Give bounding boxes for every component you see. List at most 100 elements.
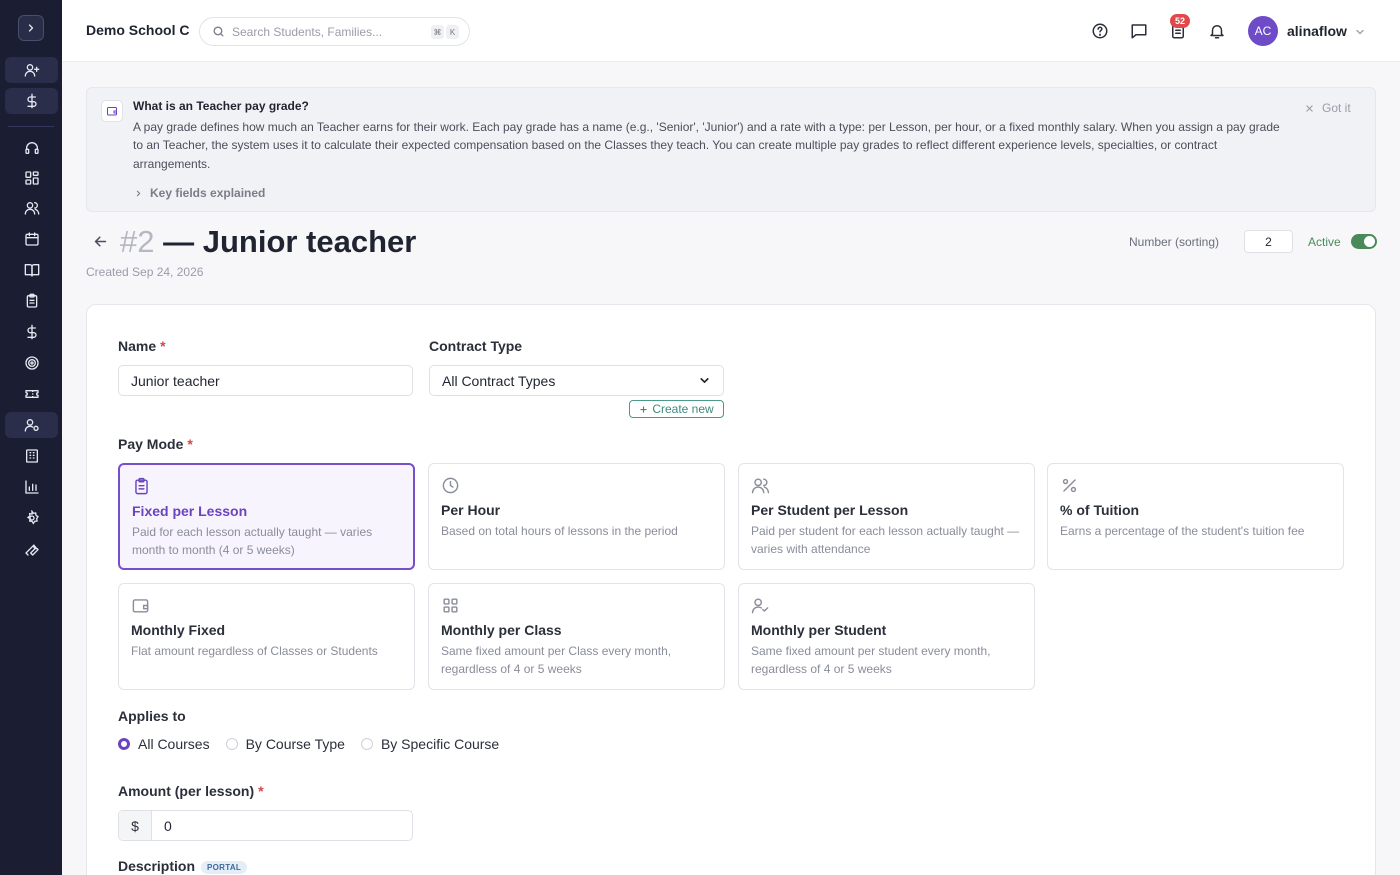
ticket-icon [24,390,39,398]
sidebar-item-courses[interactable] [5,257,58,283]
help-circle-icon [1092,23,1108,39]
target-icon [24,356,39,370]
calendar-icon [24,232,39,246]
active-label: Active [1308,235,1341,249]
search-box[interactable]: ⌘ K [199,17,470,46]
users-icon [24,202,39,215]
sidebar-item-calendar[interactable] [5,226,58,252]
banner-dismiss-button[interactable]: Got it [1305,101,1351,115]
back-button[interactable] [92,233,109,250]
pay-mode-monthly-per-student[interactable]: Monthly per Student Same fixed amount pe… [738,583,1035,690]
sidebar-item-support[interactable] [5,135,58,161]
help-button[interactable] [1090,21,1110,41]
pay-mode-title: Fixed per Lesson [132,503,248,519]
key-fields-toggle[interactable]: Key fields explained [134,186,265,200]
sidebar-item-goals[interactable] [5,350,58,376]
pay-mode-desc: Same fixed amount per student every mont… [751,644,991,676]
sidebar-item-dashboard[interactable] [5,165,58,191]
page-title-text: — Junior teacher [163,224,417,259]
user-plus-icon [24,63,39,77]
contract-type-select[interactable]: All Contract Types [429,365,724,396]
wallet-icon [132,599,149,613]
sidebar-item-people[interactable] [5,195,58,221]
dollar-icon [26,93,37,109]
dollar-icon [26,324,37,340]
description-label: Description PORTAL [118,858,248,874]
create-new-label: Create new [652,402,714,416]
pay-mode-per-student-per-lesson[interactable]: Per Student per Lesson Paid per student … [738,463,1035,570]
chevron-right-icon [136,190,141,196]
chevron-right-icon [28,24,34,32]
sort-number-label: Number (sorting) [1129,235,1220,249]
portal-badge: PORTAL [201,860,248,874]
pay-mode-fixed-per-lesson[interactable]: Fixed per Lesson Paid for each lesson ac… [118,463,415,570]
pay-mode-title: % of Tuition [1060,502,1140,518]
avatar[interactable]: AC [1248,16,1278,46]
amount-input[interactable] [152,811,412,840]
messages-button[interactable] [1129,21,1149,41]
sidebar-item-add-user[interactable] [5,57,58,83]
radio-label: By Specific Course [380,736,500,752]
radio-by-course-type[interactable]: By Course Type [225,736,345,752]
grid-icon [443,598,458,613]
radio-dot [225,738,238,750]
currency-prefix: $ [119,811,152,840]
pay-mode-label: Pay Mode * [118,436,193,452]
sidebar-item-reports[interactable] [5,474,58,500]
chevron-down-icon [700,378,709,384]
radio-by-specific-course[interactable]: By Specific Course [360,736,500,752]
amount-field: $ [118,810,413,841]
name-input[interactable] [118,365,413,396]
sidebar-item-tools[interactable] [5,536,58,562]
sidebar-item-tickets[interactable] [5,381,58,407]
notifications-button[interactable] [1207,21,1227,41]
arrow-left-icon [94,236,107,247]
pay-mode-title: Monthly Fixed [131,622,226,638]
gear-icon [26,510,39,525]
user-name[interactable]: alinaflow [1287,23,1347,39]
info-banner: What is an Teacher pay grade? A pay grad… [86,87,1376,212]
pay-mode-monthly-fixed[interactable]: Monthly Fixed Flat amount regardless of … [118,583,415,690]
dashboard-grid-icon [24,171,39,185]
bell-icon [1210,25,1224,39]
created-date: Created Sep 24, 2026 [86,265,204,279]
pay-grade-form: Name* Contract Type All Contract Types C… [86,304,1376,875]
message-square-icon [1131,24,1147,39]
active-toggle[interactable] [1351,234,1377,249]
sidebar-item-settings[interactable] [5,505,58,531]
radio-all-courses[interactable]: All Courses [118,736,210,752]
contract-type-label: Contract Type [429,338,523,354]
pay-mode-per-hour[interactable]: Per Hour Based on total hours of lessons… [428,463,725,570]
create-contract-type-button[interactable]: Create new [629,400,724,418]
applies-to-label: Applies to [118,708,186,724]
headset-icon [24,142,39,154]
shortcut-key-k: K [446,25,459,39]
pay-mode-percent-of-tuition[interactable]: % of Tuition Earns a percentage of the s… [1047,463,1344,570]
pay-mode-desc: Earns a percentage of the student's tuit… [1060,524,1305,538]
key-fields-label: Key fields explained [150,186,266,200]
sort-number-input[interactable] [1244,230,1293,253]
chevron-down-icon[interactable] [1354,26,1366,38]
applies-to-radio-group: All Courses By Course Type By Specific C… [118,736,515,752]
sidebar-item-tasks[interactable] [5,288,58,314]
pay-mode-monthly-per-class[interactable]: Monthly per Class Same fixed amount per … [428,583,725,690]
wallet-icon [101,100,123,122]
banner-title: What is an Teacher pay grade? [133,99,309,113]
sidebar-divider [8,126,54,127]
clock-icon [442,477,459,494]
sidebar-expand-button[interactable] [18,15,44,41]
pay-mode-desc: Based on total hours of lessons in the p… [441,524,678,538]
radio-label: All Courses [138,736,210,752]
search-input[interactable] [232,23,422,41]
sidebar-item-teacher-settings[interactable] [5,412,58,438]
sidebar-item-billing[interactable] [5,88,58,114]
pay-mode-title: Monthly per Student [751,622,887,638]
sidebar-item-finance[interactable] [5,319,58,345]
shortcut-key-cmd: ⌘ [431,25,444,39]
percent-icon [1062,478,1077,493]
clipboard-icon [135,477,148,495]
user-check-icon [751,598,769,614]
bar-chart-icon [24,480,39,494]
sidebar-item-building[interactable] [5,443,58,469]
pay-mode-title: Monthly per Class [441,622,562,638]
